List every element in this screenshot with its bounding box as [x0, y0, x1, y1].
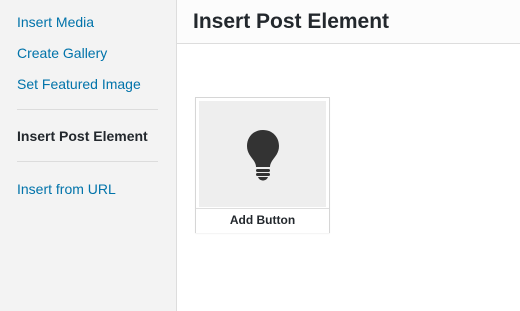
modal-header: Insert Post Element — [177, 0, 520, 44]
sidebar-item-insert-media[interactable]: Insert Media — [17, 13, 94, 31]
sidebar-item-insert-post-element[interactable]: Insert Post Element — [17, 127, 148, 145]
sidebar-item-set-featured-image[interactable]: Set Featured Image — [17, 75, 141, 93]
media-sidebar: Insert Media Create Gallery Set Featured… — [0, 0, 177, 311]
lightbulb-icon — [247, 130, 279, 181]
sidebar-item-create-gallery[interactable]: Create Gallery — [17, 44, 107, 62]
add-button-element-card[interactable]: Add Button — [195, 97, 330, 233]
add-button-label: Add Button — [196, 208, 329, 233]
sidebar-item-insert-from-url[interactable]: Insert from URL — [17, 180, 116, 198]
sidebar-separator — [17, 109, 158, 110]
page-title: Insert Post Element — [193, 10, 390, 33]
sidebar-separator — [17, 161, 158, 162]
element-thumbnail — [199, 101, 326, 207]
